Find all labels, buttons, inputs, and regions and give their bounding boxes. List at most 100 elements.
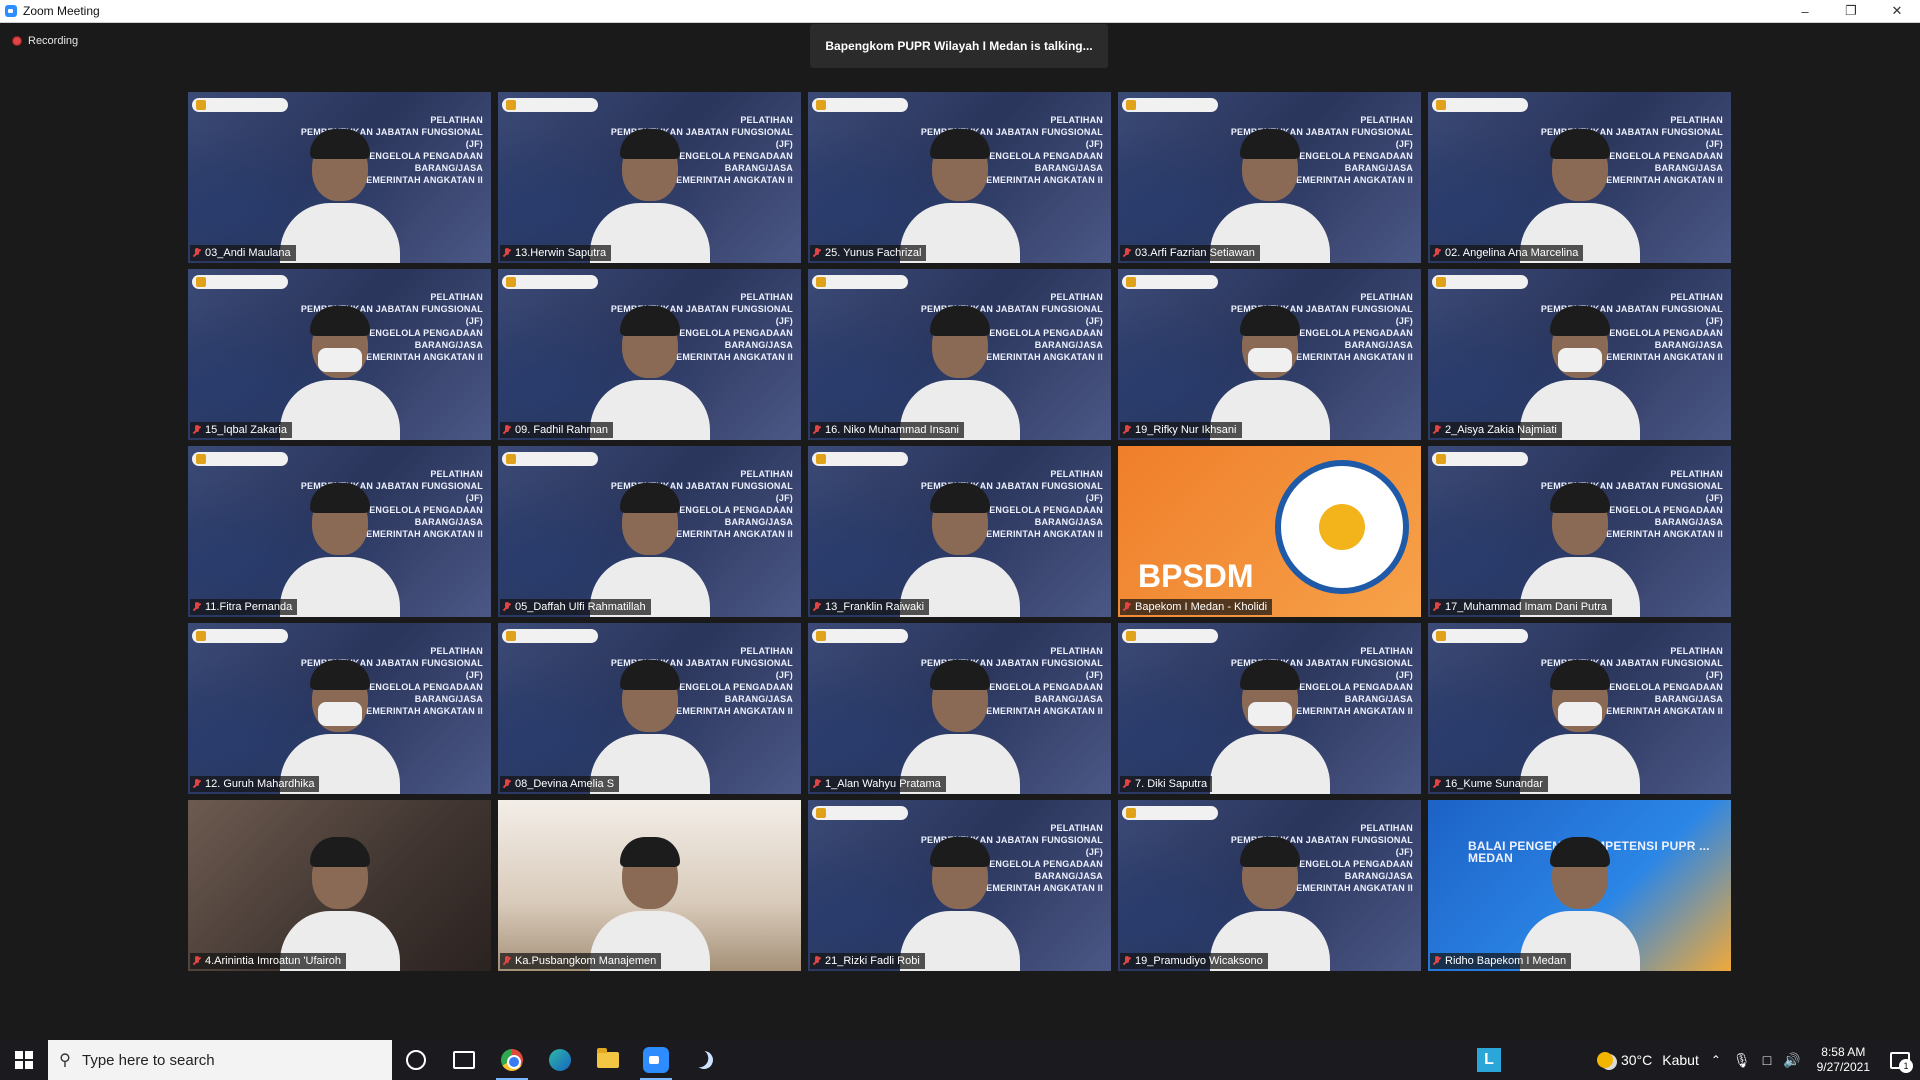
participant-tile[interactable]: PELATIHAN PEMBENTUKAN JABATAN FUNGSIONAL… <box>808 269 1111 440</box>
muted-mic-icon <box>193 956 201 966</box>
start-button[interactable] <box>0 1040 48 1080</box>
participant-tile[interactable]: PELATIHAN PEMBENTUKAN JABATAN FUNGSIONAL… <box>188 92 491 263</box>
participant-name: 16_Kume Sunandar <box>1445 778 1543 790</box>
taskbar-zoom[interactable] <box>632 1040 680 1080</box>
participant-name-label: 15_Iqbal Zakaria <box>190 422 292 438</box>
participant-silhouette <box>279 477 400 617</box>
taskbar-clock[interactable]: 8:58 AM 9/27/2021 <box>1807 1045 1880 1075</box>
taskbar-chrome[interactable] <box>488 1040 536 1080</box>
task-view-button[interactable] <box>440 1040 488 1080</box>
participant-tile[interactable]: PELATIHAN PEMBENTUKAN JABATAN FUNGSIONAL… <box>1428 446 1731 617</box>
participant-tile[interactable]: PELATIHAN PEMBENTUKAN JABATAN FUNGSIONAL… <box>1118 92 1421 263</box>
participant-name: 13_Franklin Raiwaki <box>825 601 925 613</box>
l-app-icon[interactable]: L <box>1476 1048 1501 1072</box>
participant-tile[interactable]: PELATIHAN PEMBENTUKAN JABATAN FUNGSIONAL… <box>498 92 801 263</box>
participant-tile[interactable]: BALAI PENGEM... KOMPETENSI PUPR ... MEDA… <box>1428 800 1731 971</box>
muted-mic-icon <box>1433 248 1441 258</box>
participant-silhouette <box>589 300 710 440</box>
participant-name-label: 4.Arinintia Imroatun 'Ufairoh <box>190 953 346 969</box>
participant-silhouette <box>589 831 710 971</box>
recording-indicator[interactable]: Recording <box>12 35 78 47</box>
participant-tile[interactable]: PELATIHAN PEMBENTUKAN JABATAN FUNGSIONAL… <box>808 446 1111 617</box>
participant-tile[interactable]: PELATIHAN PEMBENTUKAN JABATAN FUNGSIONAL… <box>808 623 1111 794</box>
folder-icon <box>597 1048 619 1068</box>
task-view-icon <box>453 1051 475 1069</box>
participant-tile[interactable]: PELATIHAN PEMBENTUKAN JABATAN FUNGSIONAL… <box>188 623 491 794</box>
muted-mic-icon <box>503 779 511 789</box>
muted-mic-icon <box>503 248 511 258</box>
taskbar-file-explorer[interactable] <box>584 1040 632 1080</box>
participant-name: 09. Fadhil Rahman <box>515 424 608 436</box>
participant-tile[interactable]: PELATIHAN PEMBENTUKAN JABATAN FUNGSIONAL… <box>498 446 801 617</box>
participant-tile[interactable]: PELATIHAN PEMBENTUKAN JABATAN FUNGSIONAL… <box>1118 800 1421 971</box>
muted-mic-icon <box>503 425 511 435</box>
participant-name: 12. Guruh Mahardhika <box>205 778 315 790</box>
participant-tile[interactable]: PELATIHAN PEMBENTUKAN JABATAN FUNGSIONAL… <box>498 623 801 794</box>
taskbar-edge[interactable] <box>536 1040 584 1080</box>
participant-tile[interactable]: PELATIHAN PEMBENTUKAN JABATAN FUNGSIONAL… <box>188 446 491 617</box>
taskbar-search-box[interactable]: ⚲ Type here to search <box>48 1040 392 1080</box>
participant-silhouette <box>279 831 400 971</box>
participant-tile[interactable]: PELATIHAN PEMBENTUKAN JABATAN FUNGSIONAL… <box>808 92 1111 263</box>
participant-tile[interactable]: PELATIHAN PEMBENTUKAN JABATAN FUNGSIONAL… <box>1428 92 1731 263</box>
participant-name-label: Bapekom I Medan - Kholidi <box>1120 599 1273 615</box>
participant-tile[interactable]: PELATIHAN PEMBENTUKAN JABATAN FUNGSIONAL… <box>808 800 1111 971</box>
participant-name-label: 03_Andi Maulana <box>190 245 296 261</box>
weather-widget[interactable]: 30°C Kabut <box>1591 1040 1705 1080</box>
system-tray: L 30°C Kabut ⌃ 🎙 □ 🔊 8:58 AM 9/27/2021 1 <box>1476 1040 1920 1080</box>
participant-silhouette <box>1209 300 1330 440</box>
taskbar-app-moon[interactable] <box>680 1040 728 1080</box>
slide-logo-strip <box>1122 98 1218 112</box>
participant-name: 16. Niko Muhammad Insani <box>825 424 959 436</box>
show-hidden-icons-chevron[interactable]: ⌃ <box>1705 1040 1727 1080</box>
weather-desc: Kabut <box>1662 1052 1699 1068</box>
muted-mic-icon <box>1433 425 1441 435</box>
action-center-button[interactable]: 1 <box>1880 1040 1920 1080</box>
slide-logo-strip <box>812 629 908 643</box>
participant-tile[interactable]: PELATIHAN PEMBENTUKAN JABATAN FUNGSIONAL… <box>1118 623 1421 794</box>
participant-name: 17_Muhammad Imam Dani Putra <box>1445 601 1608 613</box>
participant-silhouette <box>1519 477 1640 617</box>
cortana-button[interactable] <box>392 1040 440 1080</box>
participant-name: 7. Diki Saputra <box>1135 778 1208 790</box>
participant-name-label: Ridho Bapekom I Medan <box>1430 953 1572 969</box>
participant-name-label: 09. Fadhil Rahman <box>500 422 613 438</box>
participant-tile[interactable]: BPSDM Bapekom I Medan - Kholidi <box>1118 446 1421 617</box>
slide-logo-strip <box>502 629 598 643</box>
minimize-button[interactable]: – <box>1782 0 1828 22</box>
muted-mic-icon <box>1123 602 1131 612</box>
window-title: Zoom Meeting <box>23 4 100 18</box>
slide-logo-strip <box>1432 98 1528 112</box>
participant-tile[interactable]: PELATIHAN PEMBENTUKAN JABATAN FUNGSIONAL… <box>188 269 491 440</box>
participant-name-label: 16. Niko Muhammad Insani <box>810 422 964 438</box>
microphone-icon[interactable]: 🎙 <box>1727 1040 1757 1080</box>
participant-tile[interactable]: PELATIHAN PEMBENTUKAN JABATAN FUNGSIONAL… <box>1428 269 1731 440</box>
muted-mic-icon <box>1433 602 1441 612</box>
network-icon[interactable]: □ <box>1757 1040 1777 1080</box>
participant-name: 11.Fitra Pernanda <box>205 601 293 613</box>
muted-mic-icon <box>1433 956 1441 966</box>
participant-tile[interactable]: 4.Arinintia Imroatun 'Ufairoh <box>188 800 491 971</box>
participant-name-label: 21_Rizki Fadli Robi <box>810 953 925 969</box>
participant-silhouette <box>1519 654 1640 794</box>
participant-tile[interactable]: Ka.Pusbangkom Manajemen <box>498 800 801 971</box>
volume-icon[interactable]: 🔊 <box>1777 1040 1806 1080</box>
participant-name: Ridho Bapekom I Medan <box>1445 955 1567 967</box>
weather-sun-icon <box>1596 1052 1613 1068</box>
participant-name: Bapekom I Medan - Kholidi <box>1135 601 1268 613</box>
record-icon <box>12 36 22 46</box>
edge-icon <box>549 1049 571 1071</box>
restore-button[interactable]: ❐ <box>1828 0 1874 22</box>
participant-name-label: 13_Franklin Raiwaki <box>810 599 930 615</box>
slide-logo-strip <box>1122 275 1218 289</box>
close-button[interactable]: ✕ <box>1874 0 1920 22</box>
participant-name: 08_Devina Amelia S <box>515 778 615 790</box>
participant-tile[interactable]: PELATIHAN PEMBENTUKAN JABATAN FUNGSIONAL… <box>1428 623 1731 794</box>
muted-mic-icon <box>813 602 821 612</box>
participant-name: 19_Pramudiyo Wicaksono <box>1135 955 1263 967</box>
slide-logo-strip <box>1432 629 1528 643</box>
muted-mic-icon <box>813 248 821 258</box>
participant-tile[interactable]: PELATIHAN PEMBENTUKAN JABATAN FUNGSIONAL… <box>498 269 801 440</box>
participant-tile[interactable]: PELATIHAN PEMBENTUKAN JABATAN FUNGSIONAL… <box>1118 269 1421 440</box>
participant-silhouette <box>1519 300 1640 440</box>
